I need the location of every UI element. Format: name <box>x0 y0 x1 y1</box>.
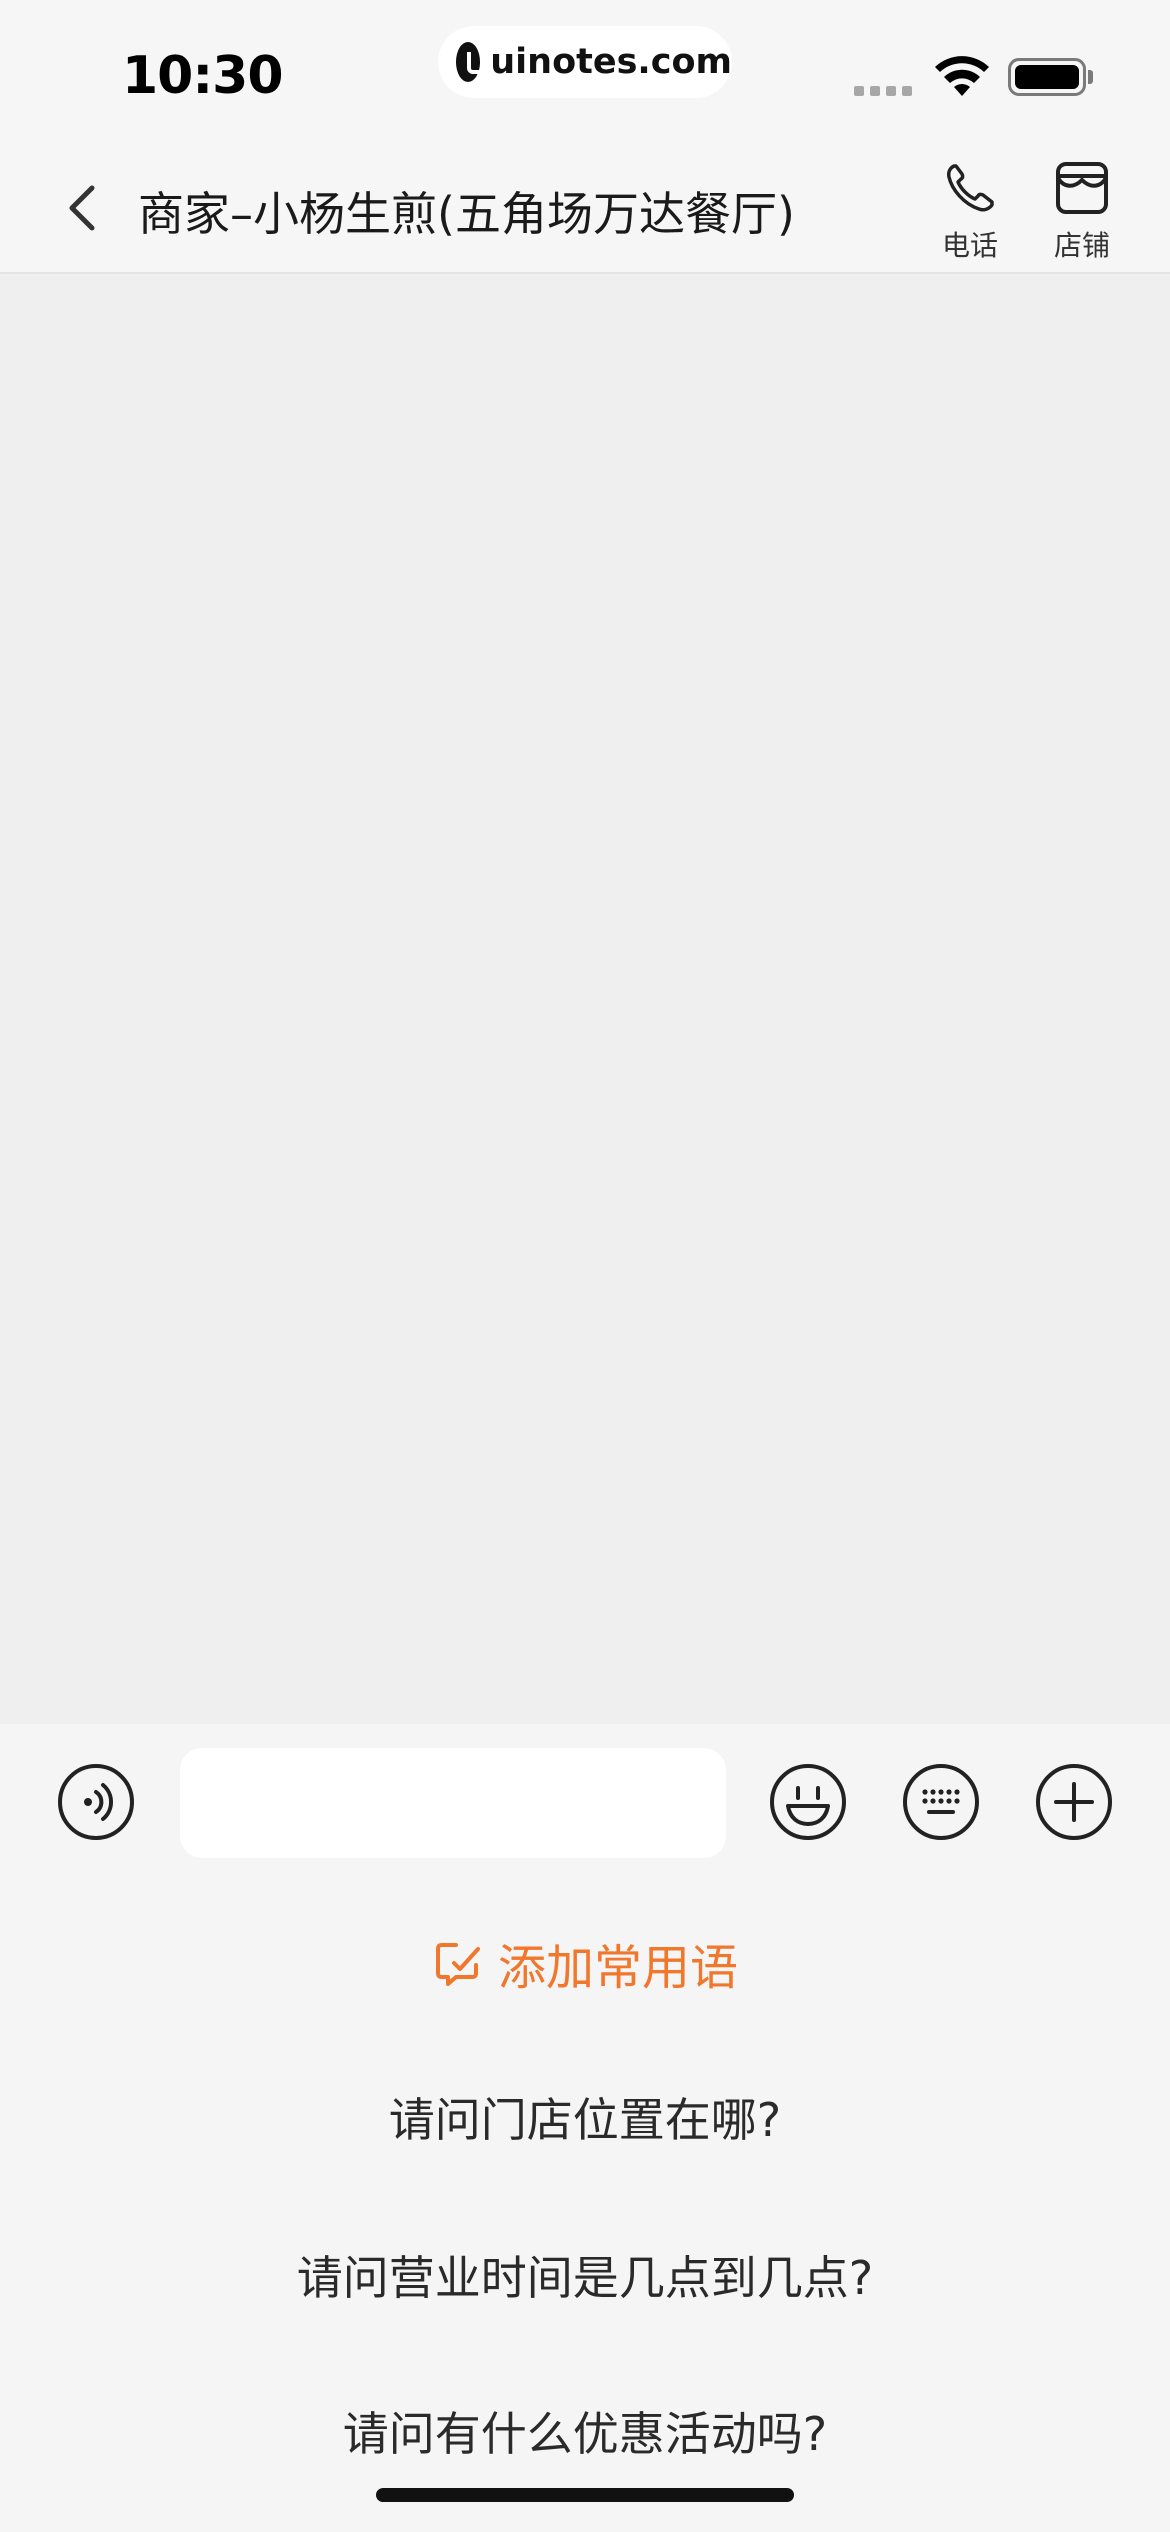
message-input[interactable] <box>180 1748 726 1858</box>
battery-tip <box>1088 70 1093 84</box>
home-indicator[interactable] <box>376 2488 794 2502</box>
keyboard-icon[interactable] <box>901 1762 981 1842</box>
chat-screen: 10:30 uinotes.com 商家–小杨生煎(五角场万达餐厅) 电话 店铺… <box>0 0 1170 2532</box>
wifi-icon <box>935 56 989 96</box>
cellular-signal-icon <box>854 86 912 96</box>
plus-icon[interactable] <box>1034 1762 1114 1842</box>
input-bar <box>0 1724 1170 1884</box>
common-phrase-item[interactable]: 请问有什么优惠活动吗? <box>0 2398 1170 2464</box>
phone-label: 电话 <box>941 229 998 262</box>
store-label: 店铺 <box>1053 229 1110 262</box>
store-icon <box>1056 162 1108 214</box>
url-pill[interactable]: uinotes.com <box>438 26 732 98</box>
status-bar: 10:30 uinotes.com <box>0 0 1170 140</box>
add-common-phrase-label: 添加常用语 <box>497 1940 738 1996</box>
common-phrase-item[interactable]: 请问门店位置在哪? <box>0 2084 1170 2150</box>
common-phrase-item[interactable]: 请问营业时间是几点到几点? <box>0 2242 1170 2308</box>
status-time: 10:30 <box>122 46 284 106</box>
back-arrow-icon[interactable] <box>52 176 116 240</box>
emoji-icon[interactable] <box>768 1762 848 1842</box>
page-title: 商家–小杨生煎(五角场万达餐厅) <box>138 187 795 241</box>
phone-icon <box>947 164 994 212</box>
add-phrase-icon <box>435 1943 480 1986</box>
phone-button[interactable]: 电话 <box>928 158 1012 264</box>
uinotes-logo-icon <box>456 42 494 82</box>
chat-header: 商家–小杨生煎(五角场万达餐厅) 电话 店铺 <box>0 140 1170 274</box>
add-common-phrase-button[interactable]: 添加常用语 <box>0 1928 1170 1998</box>
common-phrases-panel: 添加常用语 请问门店位置在哪? 请问营业时间是几点到几点? 请问有什么优惠活动吗… <box>0 1884 1170 2532</box>
store-button[interactable]: 店铺 <box>1040 158 1124 264</box>
battery-icon <box>1008 58 1086 96</box>
url-pill-text: uinotes.com <box>490 42 732 82</box>
message-list[interactable] <box>0 274 1170 1724</box>
voice-icon[interactable] <box>56 1762 136 1842</box>
